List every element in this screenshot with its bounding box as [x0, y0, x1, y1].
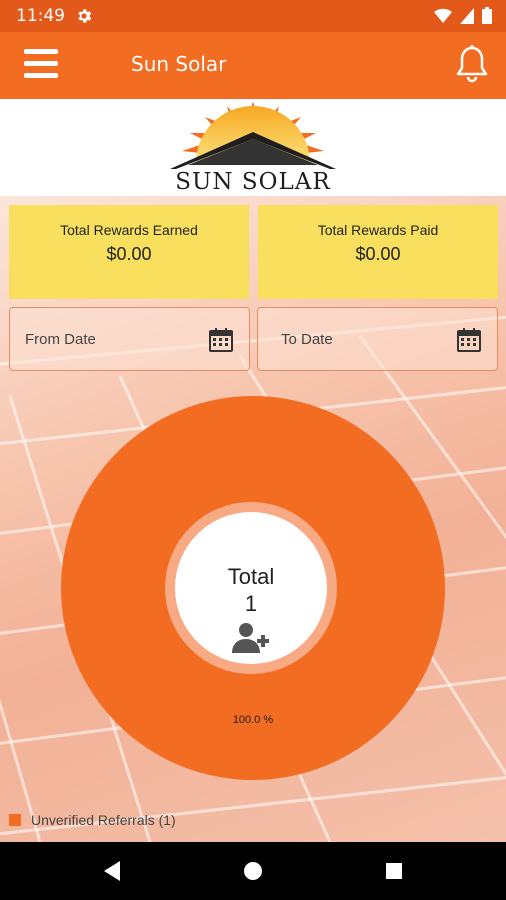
legend-entry: Unverified Referrals (1) — [31, 812, 176, 828]
to-date-field[interactable]: To Date — [257, 307, 498, 371]
battery-icon — [482, 7, 492, 24]
total-value: 1 — [244, 591, 258, 616]
back-icon[interactable] — [100, 859, 124, 883]
donut-center-ring: Total 1 — [165, 502, 337, 674]
chart-legend: Unverified Referrals (1) — [9, 811, 176, 829]
from-date-field[interactable]: From Date — [9, 307, 250, 371]
total-rewards-earned-card: Total Rewards Earned $0.00 — [9, 205, 249, 299]
home-icon[interactable] — [241, 859, 265, 883]
donut-center: Total 1 — [175, 512, 327, 664]
wifi-icon — [434, 8, 452, 23]
rewards-paid-label: Total Rewards Paid — [317, 222, 439, 238]
rewards-paid-value: $0.00 — [355, 244, 401, 264]
bell-icon[interactable] — [454, 44, 490, 84]
recents-icon[interactable] — [382, 859, 406, 883]
rewards-earned-value: $0.00 — [106, 244, 152, 264]
signal-icon — [460, 7, 474, 24]
app-title: Sun Solar — [131, 52, 227, 76]
app-bar: Sun Solar — [0, 32, 506, 99]
logo: SUN SOLAR — [0, 99, 506, 196]
rewards-earned-label: Total Rewards Earned — [60, 222, 198, 238]
system-nav-bar — [0, 842, 506, 900]
legend-swatch — [9, 814, 21, 826]
calendar-icon[interactable] — [209, 328, 233, 352]
menu-icon[interactable] — [24, 49, 62, 81]
calendar-icon[interactable] — [457, 328, 481, 352]
status-time: 11:49 — [16, 6, 65, 26]
add-user-icon[interactable] — [232, 622, 270, 654]
total-label: Total — [227, 564, 275, 589]
status-bar: 11:49 — [0, 0, 506, 32]
logo-text: SUN SOLAR — [175, 169, 331, 195]
pie-slice-unverified-referrals: Total 1 100.0 % — [61, 396, 445, 780]
total-rewards-paid-card: Total Rewards Paid $0.00 — [258, 205, 498, 299]
sun-logo-icon — [170, 101, 336, 169]
slice-percent-label: 100.0 % — [232, 714, 274, 726]
to-date-label: To Date — [281, 331, 333, 348]
from-date-label: From Date — [25, 331, 96, 348]
gear-icon — [78, 9, 92, 23]
